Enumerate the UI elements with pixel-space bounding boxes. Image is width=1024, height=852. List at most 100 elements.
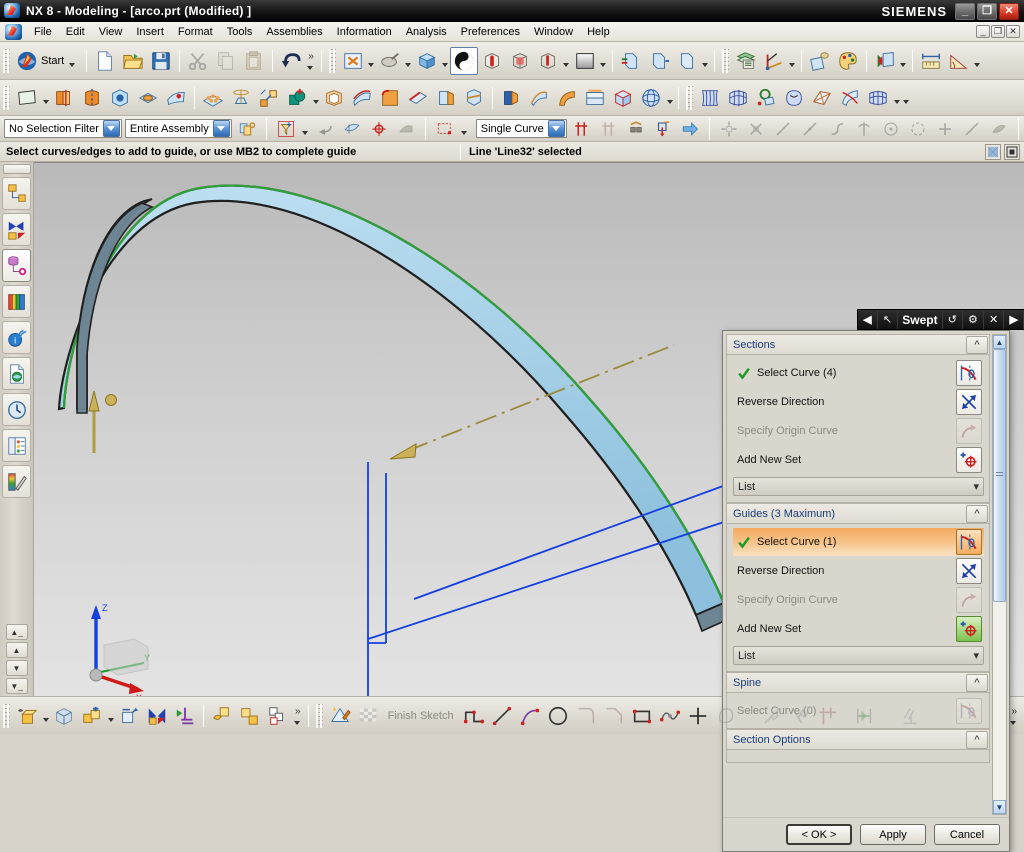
gradient-background-icon[interactable] [571,47,599,75]
control-point-icon[interactable] [825,117,849,141]
unite-boolean-icon[interactable] [283,84,311,112]
point-icon[interactable] [684,702,712,730]
thread-icon[interactable] [497,84,525,112]
immediate-hide-icon[interactable] [115,702,143,730]
rib-icon[interactable] [525,84,553,112]
selection-filter-combo[interactable]: No Selection Filter [4,119,122,138]
end-point-icon[interactable] [771,117,795,141]
fit-view-caret-icon[interactable] [367,49,376,73]
row-reverse-direction-sections[interactable]: Reverse Direction [733,388,984,416]
section-cube-icon[interactable] [478,47,506,75]
primitive-caret-icon[interactable] [665,86,674,110]
toolbar-overflow-group[interactable]: » [305,47,317,75]
move-object-icon[interactable] [255,84,283,112]
measure-caret-icon[interactable] [973,49,982,73]
reverse-direction-icon[interactable] [956,389,982,415]
sidebar-item-constraint-navigator[interactable] [2,213,31,246]
rotate-caret-icon[interactable] [441,49,450,73]
row-reverse-direction-guides[interactable]: Reverse Direction [733,557,984,585]
menu-item-information[interactable]: Information [330,24,399,40]
scroll-bottom-icon[interactable]: ▼_ [5,678,28,694]
chevron-down-icon[interactable]: ▼ [993,800,1006,814]
quick-dimension-icon[interactable] [851,702,879,730]
point-on-face-icon[interactable] [987,117,1011,141]
sidebar-item-process-studio[interactable] [2,429,31,462]
intersection-point-icon[interactable] [852,117,876,141]
chevron-down-icon[interactable] [547,120,565,137]
bottom-toolbar-overflow-group[interactable]: » [292,702,304,730]
through-curve-mesh-icon[interactable] [724,84,752,112]
edit-section-icon[interactable] [208,702,236,730]
bounded-plane-icon[interactable] [808,84,836,112]
sidebar-item-system-materials[interactable] [2,465,31,498]
top-view-icon[interactable] [673,47,701,75]
stop-at-intersection-icon[interactable] [570,117,594,141]
edge-blend-icon[interactable] [376,84,404,112]
background-caret-icon[interactable] [599,49,608,73]
right-view-icon[interactable] [645,47,673,75]
sweep-along-guide-icon[interactable] [553,84,581,112]
menu-item-assemblies[interactable]: Assemblies [259,24,329,40]
view-section-icon[interactable] [1004,143,1020,160]
dialog-scrollbar[interactable]: ▲ ▼ [992,334,1007,815]
scroll-down-icon[interactable]: ▼ [5,660,28,676]
line-icon[interactable] [488,702,516,730]
chevron-down-icon[interactable]: ▾ [973,480,979,493]
window-minimize-button[interactable]: _ [955,2,975,20]
revolve-icon[interactable] [78,84,106,112]
deselect-icon[interactable] [313,117,337,141]
static-wireframe-icon[interactable] [534,47,562,75]
menu-item-preferences[interactable]: Preferences [454,24,527,40]
group-header-guides[interactable]: Guides (3 Maximum) ^ [726,503,990,523]
row-add-new-set-guides[interactable]: Add New Set [733,615,984,643]
make-corner-icon[interactable] [814,702,842,730]
sketch-overflow-group[interactable]: » [1008,702,1024,730]
highlight-hidden-icon[interactable] [340,117,364,141]
sidebar-item-assembly-navigator[interactable] [2,177,31,210]
arc-icon[interactable] [516,702,544,730]
ok-button[interactable]: < OK > [786,824,852,845]
profile-icon[interactable] [460,702,488,730]
window-restore-button[interactable]: ❐ [977,2,997,20]
sew-sheet-icon[interactable] [864,84,892,112]
menu-item-view[interactable]: View [92,24,130,40]
add-new-set-icon[interactable] [956,616,982,642]
sidebar-item-reuse-library[interactable] [2,285,31,318]
snap-enable-icon[interactable] [717,117,741,141]
draft-icon[interactable] [227,84,255,112]
forward-arrow-icon[interactable]: ▶ [1004,310,1024,329]
menu-item-edit[interactable]: Edit [59,24,92,40]
ruled-surface-icon[interactable] [696,84,724,112]
existing-point-icon[interactable] [933,117,957,141]
mdi-close-button[interactable]: ✕ [1006,25,1020,38]
show-all-icon[interactable] [171,702,199,730]
trim-sheet-icon[interactable] [836,84,864,112]
menu-item-format[interactable]: Format [171,24,220,40]
wcs-caret-icon[interactable] [788,49,797,73]
menu-item-tools[interactable]: Tools [220,24,260,40]
studio-surface-icon[interactable] [752,84,780,112]
chevron-down-icon[interactable]: ▾ [973,649,979,662]
chevron-down-icon[interactable] [102,120,120,137]
sphere-primitive-icon[interactable] [637,84,665,112]
settings-gear-icon[interactable]: ⚙ [963,310,984,329]
chevron-up-icon[interactable]: ^ [966,730,988,749]
bottom-toolbar-overflow-caret-icon[interactable] [292,717,301,725]
measure-angle-icon[interactable] [945,47,973,75]
scope-combo[interactable]: Entire Assembly [124,119,232,138]
group-header-sections[interactable]: Sections ^ [726,334,990,354]
toolbar-grip[interactable] [3,85,10,110]
chevron-up-icon[interactable]: ▲ [993,335,1006,349]
surface-caret-icon[interactable] [892,86,901,110]
tube-icon[interactable] [581,84,609,112]
point-on-curve-icon[interactable] [960,117,984,141]
checkered-flag-icon[interactable] [354,702,382,730]
scroll-up-icon[interactable]: ▲ [5,642,28,658]
paste-icon[interactable] [240,47,268,75]
undo-arrow-icon[interactable] [277,47,305,75]
select-curve-icon[interactable] [956,360,982,386]
pattern-feature-icon[interactable] [199,84,227,112]
datum-plane-icon[interactable] [13,84,41,112]
measure-distance-icon[interactable] [917,47,945,75]
resource-bar-handle[interactable] [2,164,31,174]
